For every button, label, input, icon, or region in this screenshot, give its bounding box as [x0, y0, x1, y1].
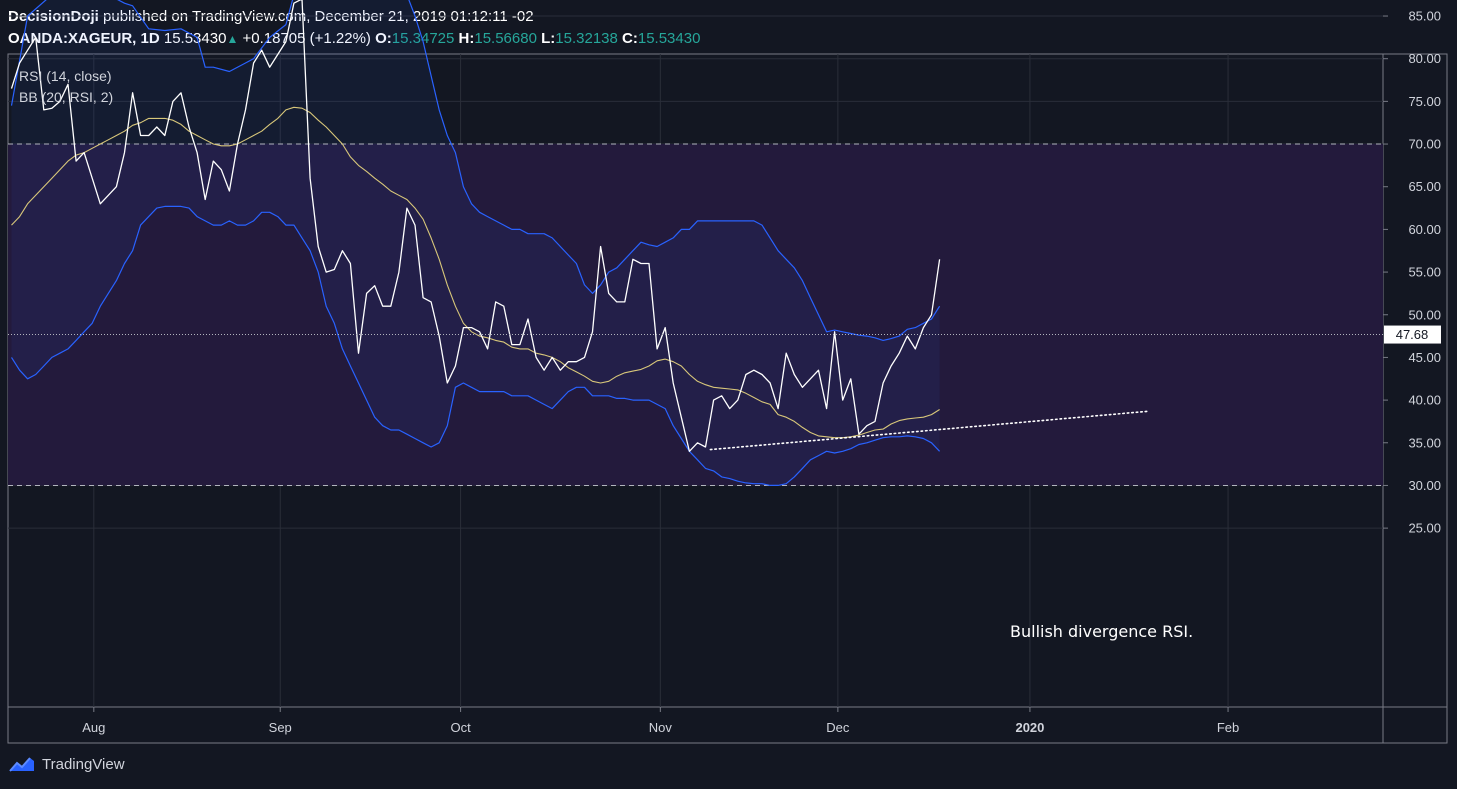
y-tick-label: 25.00: [1408, 521, 1441, 536]
y-tick-label: 60.00: [1408, 222, 1441, 237]
rsi-chart[interactable]: 25.00 30.00 35.00 40.00 45.00 50.00 55.00 60.00…: [0, 0, 1457, 789]
y-tick-label: 55.00: [1408, 265, 1441, 280]
y-tick-label: 30.00: [1408, 478, 1441, 493]
x-tick-label: Oct: [450, 720, 471, 735]
y-tick-label: 40.00: [1408, 393, 1441, 408]
x-tick-label: Dec: [826, 720, 850, 735]
x-tick-label: Nov: [649, 720, 673, 735]
brand-name: TradingView: [42, 755, 125, 773]
divergence-annotation: Bullish divergence RSI.: [1010, 622, 1193, 641]
y-tick-label: 45.00: [1408, 350, 1441, 365]
rsi-zones: [8, 0, 1383, 486]
y-tick-label: 85.00: [1408, 9, 1441, 24]
tradingview-logo-icon: [9, 757, 34, 772]
x-tick-label: Aug: [82, 720, 105, 735]
y-tick-label: 65.00: [1408, 179, 1441, 194]
y-tick-label: 35.00: [1408, 435, 1441, 450]
y-tick-label: 50.00: [1408, 307, 1441, 322]
y-tick-label: 80.00: [1408, 51, 1441, 66]
footer-brand[interactable]: TradingView: [8, 755, 125, 773]
legend-bb[interactable]: BB (20, RSI, 2): [19, 87, 113, 108]
x-tick-label: 2020: [1015, 720, 1044, 735]
indicator-legend: RSI (14, close) BB (20, RSI, 2): [19, 66, 113, 108]
x-tick-label: Feb: [1217, 720, 1239, 735]
y-tick-label: 70.00: [1408, 137, 1441, 152]
x-tick-label: Sep: [269, 720, 292, 735]
y-tick-label: 75.00: [1408, 94, 1441, 109]
legend-rsi[interactable]: RSI (14, close): [19, 66, 113, 87]
current-rsi-label: 47.68: [1396, 327, 1429, 342]
